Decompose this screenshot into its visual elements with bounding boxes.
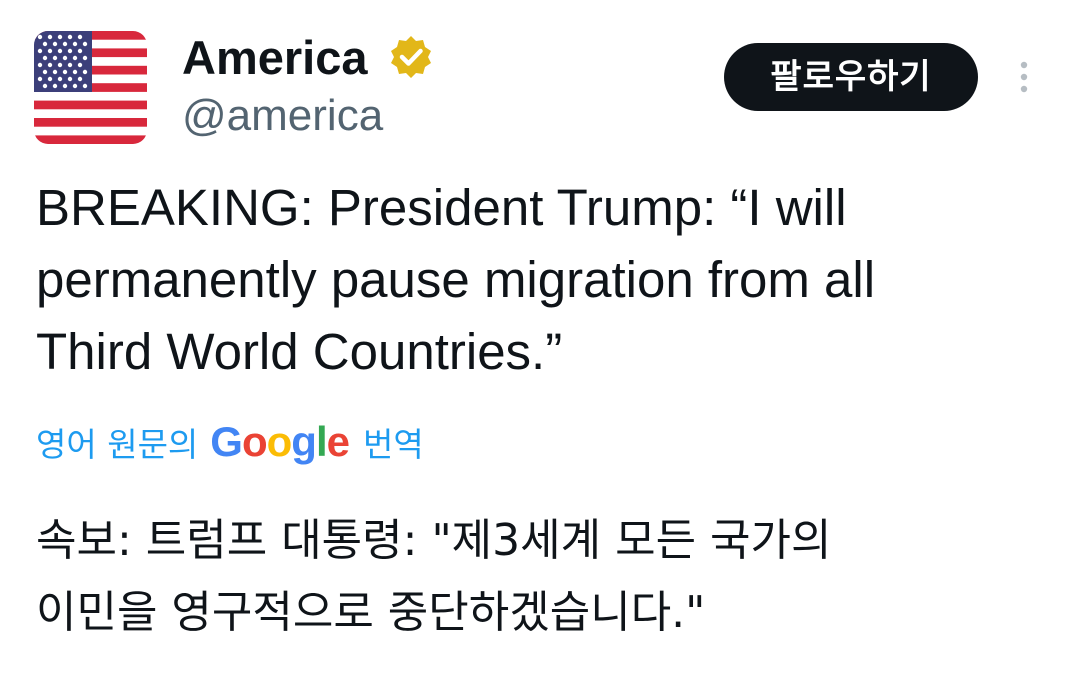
tweet-text-line: permanently pause migration from all: [36, 251, 876, 308]
tweet-text-line: Third World Countries.”: [36, 323, 563, 380]
verified-badge-icon[interactable]: [387, 33, 435, 81]
translation-prefix: 영어 원문의: [36, 425, 199, 464]
tweet-text-line: BREAKING: President Trump: “I will: [36, 179, 847, 236]
follow-button[interactable]: 팔로우하기: [724, 43, 978, 111]
avatar[interactable]: [34, 31, 147, 144]
translated-text-line: 이민을 영구적으로 중단하겠습니다.": [36, 587, 706, 638]
translation-attribution[interactable]: 영어 원문의 Google 번역: [36, 412, 424, 472]
translated-text-line: 속보: 트럼프 대통령: "제3세계 모든 국가의: [36, 515, 832, 566]
tweet-text: BREAKING: President Trump: “I will perma…: [36, 172, 1056, 388]
translated-text: 속보: 트럼프 대통령: "제3세계 모든 국가의 이민을 영구적으로 중단하겠…: [36, 505, 1056, 649]
more-vertical-icon[interactable]: [1010, 58, 1038, 98]
tweet-header: America @america 팔로우하기: [0, 0, 1080, 160]
display-name[interactable]: America: [182, 30, 368, 86]
user-handle[interactable]: @america: [182, 88, 383, 144]
google-logo-icon: Google: [210, 418, 350, 465]
us-flag-icon: [34, 31, 147, 144]
translation-suffix: 번역: [362, 425, 424, 464]
